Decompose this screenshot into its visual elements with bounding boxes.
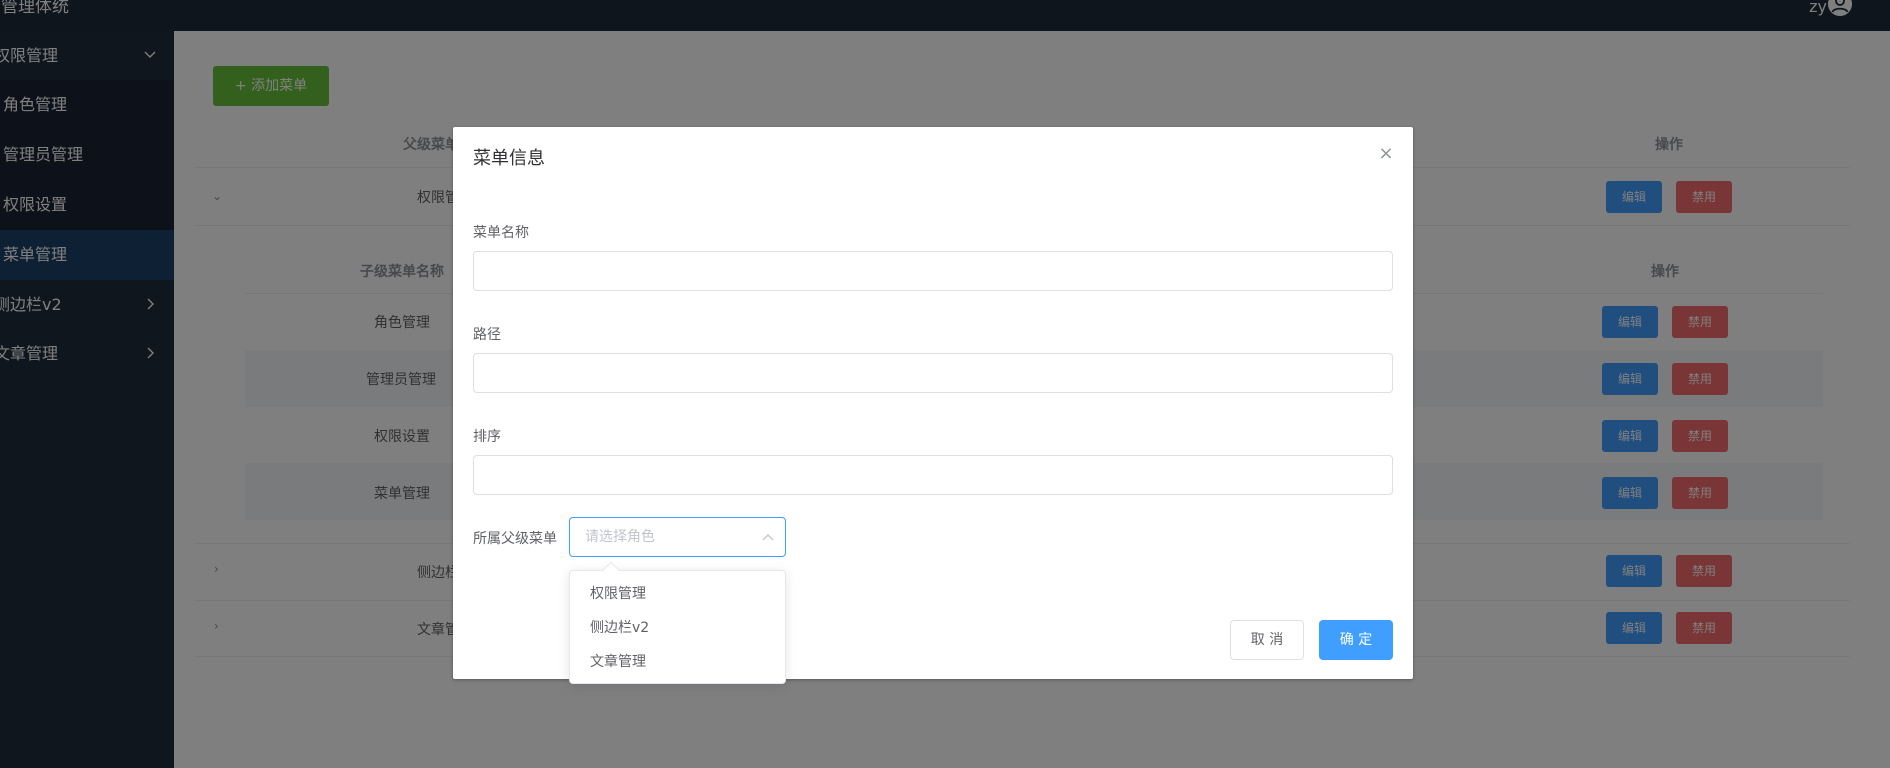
sort-label: 排序 (473, 429, 501, 445)
select-placeholder: 请选择角色 (585, 529, 655, 545)
dropdown-option-permissions[interactable]: 权限管理 (570, 577, 785, 611)
confirm-button[interactable]: 确 定 (1319, 620, 1393, 660)
parent-menu-dropdown: 权限管理 侧边栏v2 文章管理 (569, 561, 786, 684)
path-input[interactable] (473, 353, 1393, 393)
dropdown-option-sidebar-v2[interactable]: 侧边栏v2 (570, 611, 785, 645)
dialog-title: 菜单信息 (473, 148, 545, 169)
cancel-button[interactable]: 取 消 (1230, 620, 1304, 660)
close-icon[interactable]: × (1376, 144, 1396, 164)
parent-menu-label: 所属父级菜单 (473, 531, 557, 547)
chevron-up-icon (762, 534, 774, 541)
sort-input[interactable] (473, 455, 1393, 495)
path-label: 路径 (473, 327, 501, 343)
parent-menu-select[interactable]: 请选择角色 (569, 517, 786, 557)
menu-name-label: 菜单名称 (473, 225, 529, 241)
menu-name-input[interactable] (473, 251, 1393, 291)
dropdown-option-articles[interactable]: 文章管理 (570, 645, 785, 679)
